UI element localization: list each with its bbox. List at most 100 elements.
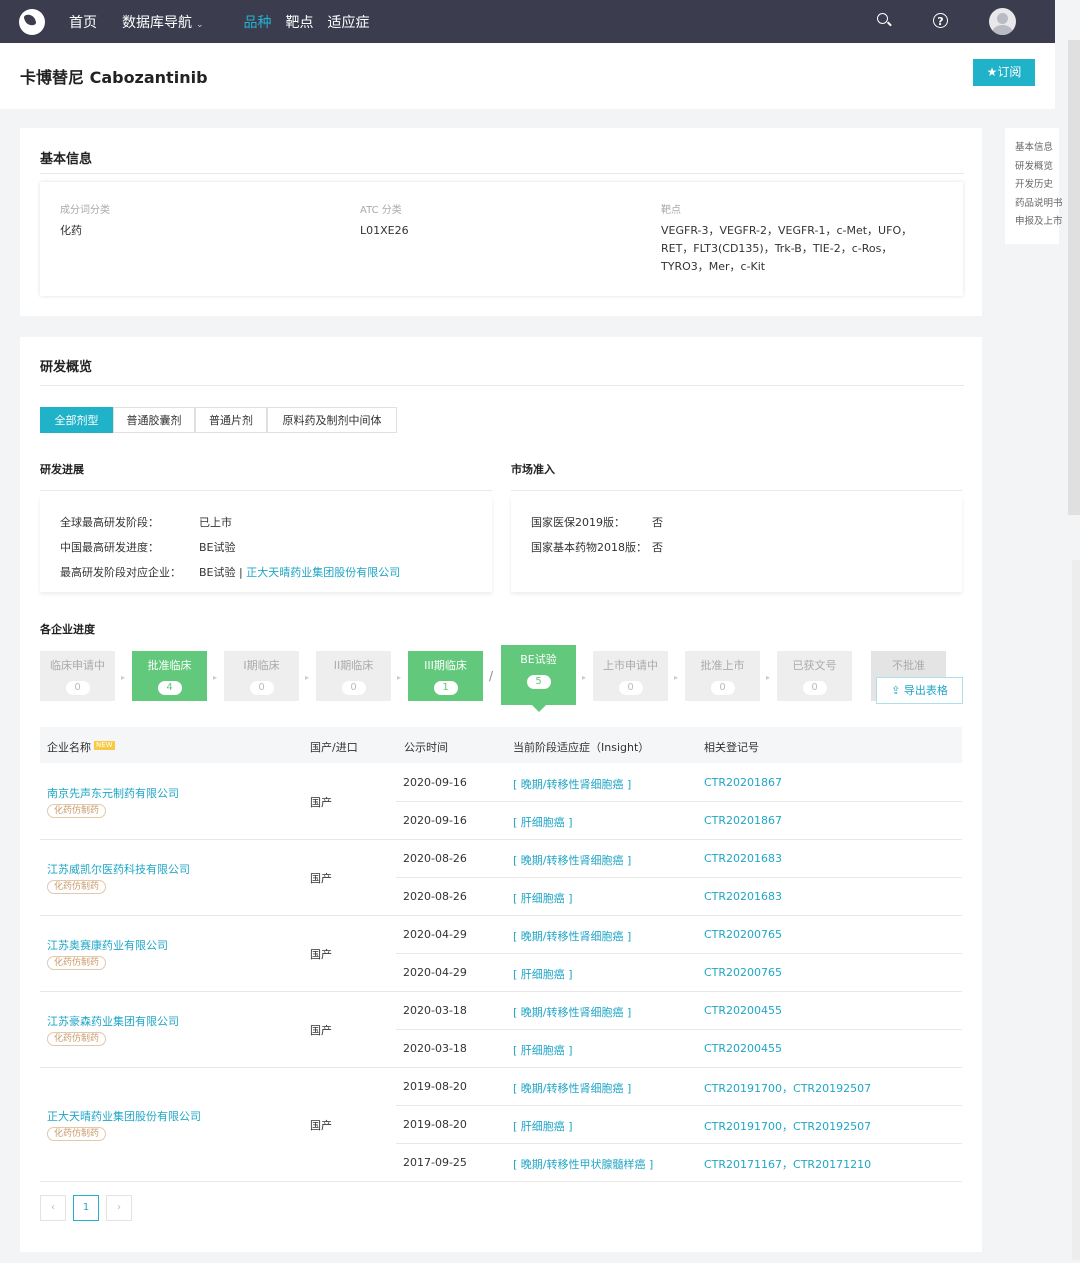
nav-target[interactable]: 靶点 — [286, 12, 314, 32]
nav-indication[interactable]: 适应症 — [328, 12, 370, 32]
stage-market-approved[interactable]: 批准上市 0 — [685, 651, 760, 701]
chevron-right-icon: ▸ — [674, 673, 679, 682]
stage-name: BE试验 — [520, 653, 557, 666]
side-nav-basic[interactable]: 基本信息 — [1015, 139, 1059, 158]
indication-link[interactable]: [ 肝细胞癌 ] — [513, 1118, 573, 1134]
global-stage-label: 全球最高研发阶段： — [60, 516, 159, 529]
indication-link[interactable]: [ 晚期/转移性肾细胞癌 ] — [513, 928, 631, 944]
type-tag: 化药仿制药 — [47, 1127, 107, 1141]
side-nav-history[interactable]: 开发历史 — [1015, 176, 1059, 195]
stage-count: 0 — [65, 681, 90, 695]
col-reg[interactable]: 相关登记号 — [704, 739, 759, 755]
stage-clinical-approved[interactable]: 批准临床 4 — [132, 651, 207, 701]
tab-tablet[interactable]: 普通片剂 — [195, 407, 267, 433]
indication-link[interactable]: [ 晚期/转移性肾细胞癌 ] — [513, 776, 631, 792]
tab-capsule[interactable]: 普通胶囊剂 — [113, 407, 195, 433]
company-stage-text: BE试验 | — [199, 566, 247, 579]
group-divider — [40, 1181, 962, 1182]
component-label: 成分词分类 — [60, 205, 110, 216]
stage-market-apply[interactable]: 上市申请中 0 — [593, 651, 668, 701]
indication-link[interactable]: [ 肝细胞癌 ] — [513, 890, 573, 906]
reg-link[interactable]: CTR20171167，CTR20171210 — [704, 1156, 871, 1172]
reg-link[interactable]: CTR20201683 — [704, 890, 782, 903]
company-link[interactable]: 江苏豪森药业集团有限公司 — [47, 1013, 179, 1029]
divider — [511, 490, 962, 491]
group-divider — [40, 991, 962, 992]
stage-be-trial[interactable]: BE试验 5 — [501, 645, 576, 712]
company-stage-label: 最高研发阶段对应企业： — [60, 566, 181, 579]
divider — [40, 385, 964, 386]
company-link[interactable]: 正大天晴药业集团股份有限公司 — [246, 566, 400, 579]
logo-icon[interactable] — [19, 8, 45, 35]
chevron-down-icon: ⌄ — [196, 19, 204, 30]
nav-home[interactable]: 首页 — [69, 12, 97, 32]
origin-cell: 国产 — [310, 1024, 332, 1037]
date-cell: 2017-09-25 — [403, 1156, 467, 1169]
stage-count: 0 — [249, 681, 274, 695]
company-link[interactable]: 正大天晴药业集团股份有限公司 — [47, 1108, 201, 1124]
stage-separator: / — [489, 669, 494, 683]
side-nav-market[interactable]: 申报及上市 — [1015, 213, 1063, 232]
reg-link[interactable]: CTR20200455 — [704, 1004, 782, 1017]
col-company[interactable]: 企业名称 NEW — [47, 739, 115, 755]
side-nav-label[interactable]: 药品说明书 — [1015, 195, 1063, 214]
reg-link[interactable]: CTR20201683 — [704, 852, 782, 865]
stage-phase-1[interactable]: I期临床 0 — [224, 651, 299, 701]
reg-link[interactable]: CTR20200765 — [704, 928, 782, 941]
company-link[interactable]: 江苏奥赛康药业有限公司 — [47, 937, 168, 953]
stage-clinical-apply[interactable]: 临床申请中 0 — [40, 651, 115, 701]
pagination-next[interactable]: › — [106, 1195, 132, 1221]
tab-all-forms[interactable]: 全部剂型 — [40, 407, 113, 433]
indication-link[interactable]: [ 肝细胞癌 ] — [513, 814, 573, 830]
stage-phase-2[interactable]: II期临床 0 — [316, 651, 391, 701]
date-cell: 2020-09-16 — [403, 814, 467, 827]
indication-link[interactable]: [ 肝细胞癌 ] — [513, 1042, 573, 1058]
overview-title: 研发概览 — [40, 360, 93, 375]
reg-link[interactable]: CTR20200455 — [704, 1042, 782, 1055]
reg-link[interactable]: CTR20191700，CTR20192507 — [704, 1118, 871, 1134]
indication-link[interactable]: [ 晚期/转移性肾细胞癌 ] — [513, 1080, 631, 1096]
subscribe-button[interactable]: ★订阅 — [973, 59, 1035, 86]
indication-link[interactable]: [ 晚期/转移性肾细胞癌 ] — [513, 852, 631, 868]
atc-label: ATC 分类 — [360, 205, 402, 216]
stage-licensed[interactable]: 已获文号 0 — [777, 651, 852, 701]
company-link[interactable]: 江苏威凯尔医药科技有限公司 — [47, 861, 190, 877]
stage-count: 0 — [710, 681, 735, 695]
avatar[interactable] — [989, 8, 1016, 35]
date-cell: 2020-03-18 — [403, 1004, 467, 1017]
insurance-value: 否 — [652, 516, 663, 529]
help-icon[interactable]: ? — [933, 13, 948, 28]
stage-name: III期临床 — [424, 659, 467, 672]
reg-link[interactable]: CTR20200765 — [704, 966, 782, 979]
origin-cell: 国产 — [310, 1119, 332, 1132]
col-origin[interactable]: 国产/进口 — [310, 739, 358, 755]
pagination-page-1[interactable]: 1 — [73, 1195, 99, 1221]
stage-count: 0 — [341, 681, 366, 695]
indication-link[interactable]: [ 晚期/转移性肾细胞癌 ] — [513, 1004, 631, 1020]
search-icon[interactable] — [876, 12, 894, 30]
stage-phase-3[interactable]: III期临床 1 — [408, 651, 483, 701]
company-link[interactable]: 南京先声东元制药有限公司 — [47, 785, 179, 801]
progress-title: 研发进展 — [40, 463, 84, 476]
tab-api[interactable]: 原料药及制剂中间体 — [267, 407, 397, 433]
nav-variety[interactable]: 品种 — [244, 12, 272, 32]
divider — [40, 173, 964, 174]
nav-database[interactable]: 数据库导航 ⌄ — [122, 12, 204, 32]
indication-link[interactable]: [ 晚期/转移性甲状腺髓样癌 ] — [513, 1156, 653, 1172]
side-nav-overview[interactable]: 研发概览 — [1015, 158, 1059, 177]
stage-name: 上市申请中 — [603, 659, 658, 672]
reg-link[interactable]: CTR20201867 — [704, 776, 782, 789]
scrollbar-lower[interactable] — [1072, 560, 1080, 1260]
col-date[interactable]: 公示时间 — [404, 739, 448, 755]
export-table-button[interactable]: ⇪ 导出表格 — [876, 677, 963, 704]
col-indication[interactable]: 当前阶段适应症（Insight） — [513, 739, 649, 755]
reg-link[interactable]: CTR20201867 — [704, 814, 782, 827]
nav-database-label: 数据库导航 — [122, 14, 192, 31]
upload-icon: ⇪ — [891, 684, 904, 697]
pagination-prev[interactable]: ‹ — [40, 1195, 66, 1221]
china-stage-label: 中国最高研发进度： — [60, 541, 159, 554]
reg-link[interactable]: CTR20191700，CTR20192507 — [704, 1080, 871, 1096]
market-title: 市场准入 — [511, 463, 555, 476]
indication-link[interactable]: [ 肝细胞癌 ] — [513, 966, 573, 982]
scrollbar-upper[interactable] — [1068, 40, 1080, 515]
